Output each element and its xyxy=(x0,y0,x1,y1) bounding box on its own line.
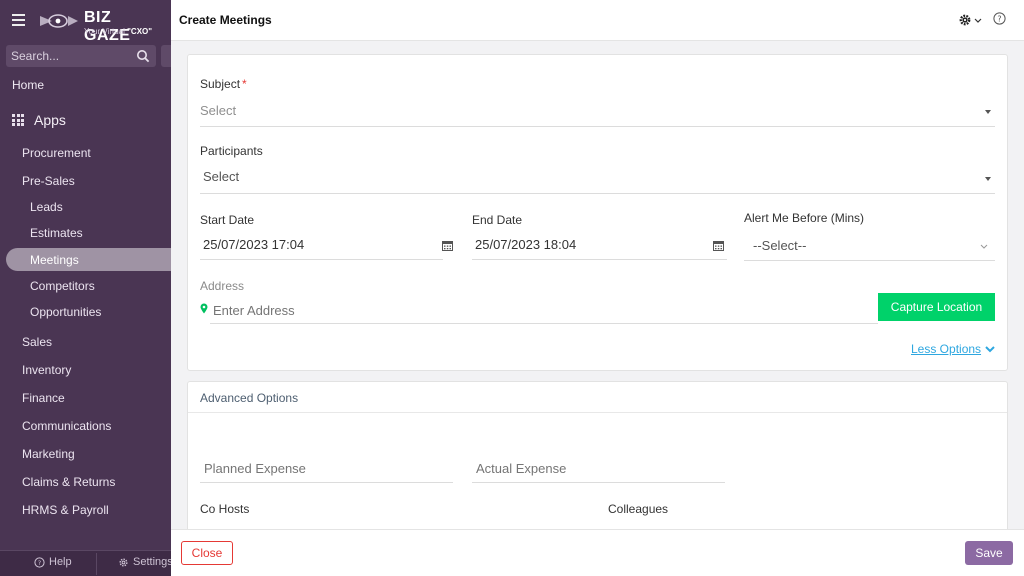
sidebar-header: BIZ GAZE Your Virtual "CXO" xyxy=(0,0,171,44)
sidebar-item-claims-returns[interactable]: Claims & Returns xyxy=(22,475,115,489)
start-date-label: Start Date xyxy=(200,213,255,227)
save-button[interactable]: Save xyxy=(965,541,1013,565)
apps-section-header[interactable]: Apps xyxy=(12,111,66,129)
meeting-form-card: Subject * Select Participants Select Star… xyxy=(187,54,1008,371)
address-label: Address xyxy=(200,279,245,293)
sidebar: BIZ GAZE Your Virtual "CXO" Home Apps Pr… xyxy=(0,0,171,576)
actual-expense-underline xyxy=(472,482,725,483)
alert-label: Alert Me Before (Mins) xyxy=(744,211,865,225)
advanced-options-card: Advanced Options Co Hosts Colleagues xyxy=(187,381,1008,529)
advanced-divider xyxy=(188,412,1007,413)
search-filter-button[interactable] xyxy=(161,45,171,67)
address-input[interactable] xyxy=(210,300,870,320)
planned-expense-input[interactable] xyxy=(201,458,451,478)
search-input[interactable] xyxy=(6,45,132,67)
sidebar-item-competitors[interactable]: Competitors xyxy=(30,279,95,293)
settings-gear-icon xyxy=(119,557,128,567)
required-mark: * xyxy=(242,77,247,91)
participants-select[interactable]: Select xyxy=(203,169,239,184)
sidebar-item-meetings[interactable]: Meetings xyxy=(30,253,79,267)
subject-label-text: Subject xyxy=(200,77,241,91)
colleagues-label: Colleagues xyxy=(608,502,669,516)
participants-label: Participants xyxy=(200,144,263,158)
form-footer: Close Save xyxy=(171,529,1024,576)
sidebar-item-communications[interactable]: Communications xyxy=(22,419,111,433)
svg-text:?: ? xyxy=(997,14,1001,23)
close-button[interactable]: Close xyxy=(181,541,233,565)
chevron-down-icon[interactable] xyxy=(980,244,988,250)
page-header: Create Meetings ? xyxy=(171,0,1024,41)
sidebar-item-sales[interactable]: Sales xyxy=(22,335,52,349)
help-button[interactable]: ? Help xyxy=(34,556,72,568)
map-pin-icon xyxy=(200,303,208,314)
end-date-input[interactable]: 25/07/2023 18:04 xyxy=(475,237,576,252)
start-date-input[interactable]: 25/07/2023 17:04 xyxy=(203,237,304,252)
page-title: Create Meetings xyxy=(179,13,272,27)
owl-logo-icon xyxy=(40,14,78,28)
sidebar-item-leads[interactable]: Leads xyxy=(30,200,63,214)
footer-divider xyxy=(96,553,97,575)
help-circle-icon: ? xyxy=(34,556,45,568)
chevron-down-icon xyxy=(974,18,982,23)
apps-label: Apps xyxy=(34,112,66,128)
less-options-link[interactable]: Less Options xyxy=(911,342,995,356)
end-date-underline xyxy=(472,259,727,260)
co-hosts-label: Co Hosts xyxy=(200,502,250,516)
settings-label: Settings xyxy=(133,556,171,568)
subject-underline xyxy=(200,126,995,127)
sidebar-item-inventory[interactable]: Inventory xyxy=(22,363,71,377)
svg-text:?: ? xyxy=(38,558,41,566)
calendar-icon[interactable] xyxy=(713,240,724,251)
search-icon[interactable] xyxy=(136,49,150,63)
alert-underline xyxy=(744,260,995,261)
gear-icon xyxy=(959,14,971,26)
subject-caret-icon[interactable] xyxy=(985,110,991,114)
question-circle-icon: ? xyxy=(993,12,1006,25)
sidebar-item-pre-sales[interactable]: Pre-Sales xyxy=(22,174,75,188)
sidebar-footer: ? Help Settings xyxy=(0,550,171,576)
advanced-options-title: Advanced Options xyxy=(200,391,299,405)
menu-icon[interactable] xyxy=(12,14,25,26)
calendar-icon[interactable] xyxy=(442,240,453,251)
page-settings-dropdown[interactable] xyxy=(959,12,985,28)
subject-label: Subject * xyxy=(200,77,247,91)
page-help-button[interactable]: ? xyxy=(993,12,1007,26)
nav-home[interactable]: Home xyxy=(12,78,44,92)
sidebar-item-procurement[interactable]: Procurement xyxy=(22,146,91,160)
end-date-label: End Date xyxy=(472,213,523,227)
participants-underline xyxy=(200,193,995,194)
less-options-label: Less Options xyxy=(911,342,982,356)
sidebar-item-marketing[interactable]: Marketing xyxy=(22,447,75,461)
capture-location-button[interactable]: Capture Location xyxy=(878,293,995,321)
chevron-down-icon xyxy=(985,345,995,352)
sidebar-item-hrms-payroll[interactable]: HRMS & Payroll xyxy=(22,503,109,517)
settings-button[interactable]: Settings xyxy=(118,556,171,568)
sidebar-item-estimates[interactable]: Estimates xyxy=(30,226,83,240)
main-content: Subject * Select Participants Select Star… xyxy=(171,41,1024,529)
sidebar-item-finance[interactable]: Finance xyxy=(22,391,65,405)
tagline-prefix: Your Virtual xyxy=(84,27,128,36)
alert-select[interactable]: --Select-- xyxy=(753,238,806,253)
sidebar-item-opportunities[interactable]: Opportunities xyxy=(30,305,101,319)
start-date-underline xyxy=(200,259,443,260)
participants-caret-icon[interactable] xyxy=(985,177,991,181)
subject-select[interactable]: Select xyxy=(200,103,236,118)
brand-tagline: Your Virtual "CXO" xyxy=(84,27,152,36)
apps-grid-icon xyxy=(12,114,24,126)
help-label: Help xyxy=(49,556,72,568)
actual-expense-input[interactable] xyxy=(473,458,723,478)
brand-logo[interactable]: BIZ GAZE Your Virtual "CXO" xyxy=(38,8,158,44)
address-underline xyxy=(210,323,878,324)
tagline-strong: "CXO" xyxy=(127,27,153,36)
sidebar-search xyxy=(6,45,156,67)
planned-expense-underline xyxy=(200,482,453,483)
